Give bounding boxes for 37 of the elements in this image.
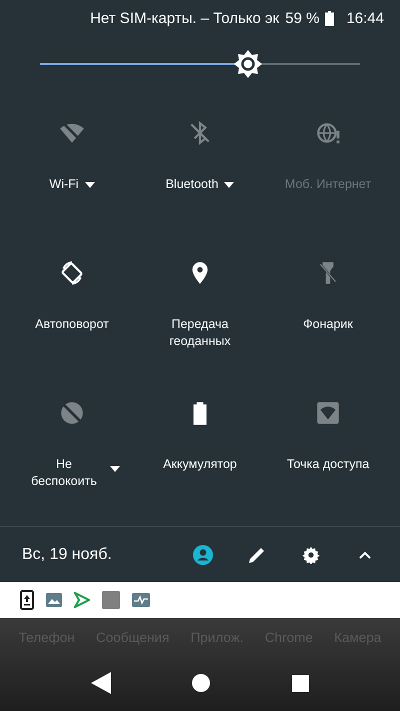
back-button[interactable] bbox=[90, 672, 111, 694]
tile-label[interactable]: Wi-Fi bbox=[49, 176, 79, 193]
pencil-icon bbox=[248, 546, 266, 564]
battery-percent: 59 % bbox=[285, 10, 320, 26]
tile-label[interactable]: Аккумулятор bbox=[163, 456, 237, 473]
recents-button[interactable] bbox=[292, 674, 310, 692]
tile-label[interactable]: Точка доступа bbox=[286, 456, 370, 473]
caret-icon[interactable] bbox=[110, 466, 120, 472]
home-icon bbox=[192, 674, 210, 692]
back-icon bbox=[90, 672, 111, 694]
play-icon bbox=[74, 592, 90, 608]
phone-upload-icon bbox=[20, 590, 34, 610]
brightness-slider[interactable] bbox=[40, 49, 360, 79]
square-icon bbox=[102, 591, 120, 609]
caret-icon[interactable] bbox=[84, 182, 95, 188]
caret-icon[interactable] bbox=[224, 182, 234, 188]
tile-label[interactable]: Передача геоданных bbox=[145, 316, 255, 350]
activity-icon bbox=[132, 593, 150, 607]
date-text: Вс, 19 нояб. bbox=[22, 546, 113, 564]
tile-label[interactable]: Bluetooth bbox=[166, 176, 218, 193]
home-button[interactable] bbox=[192, 674, 210, 692]
brightness-thumb[interactable] bbox=[233, 49, 263, 79]
image-icon bbox=[46, 593, 62, 607]
clock: 16:44 bbox=[346, 10, 384, 26]
recents-icon bbox=[292, 674, 310, 692]
notification-bar[interactable] bbox=[0, 582, 400, 618]
settings-icon bbox=[302, 546, 320, 564]
tile-label[interactable]: Автоповорот bbox=[35, 316, 109, 333]
tile-label[interactable]: Фонарик bbox=[303, 316, 353, 333]
chevron-up-icon bbox=[359, 550, 371, 558]
rotate-icon bbox=[59, 260, 85, 286]
user-icon bbox=[193, 544, 213, 564]
hotspot-icon bbox=[315, 400, 341, 426]
status-text: Нет SIM-карты. – Только эк bbox=[90, 10, 280, 26]
do-not-disturb-icon bbox=[59, 400, 85, 426]
tile-label[interactable]: Не беспокоить bbox=[24, 456, 104, 490]
battery-icon bbox=[325, 10, 334, 26]
